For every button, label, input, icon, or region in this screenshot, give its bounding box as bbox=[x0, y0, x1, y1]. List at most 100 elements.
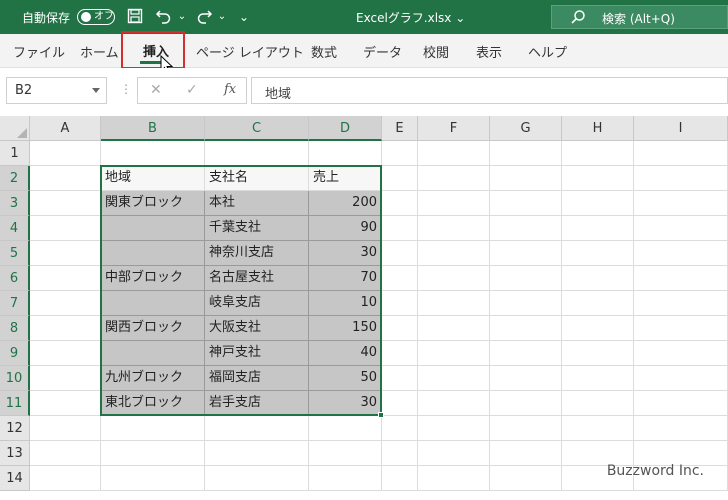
cell-h10[interactable] bbox=[562, 366, 634, 391]
cell-a6[interactable] bbox=[30, 266, 101, 291]
column-header-e[interactable]: E bbox=[382, 116, 418, 141]
cell-a8[interactable] bbox=[30, 316, 101, 341]
column-header-g[interactable]: G bbox=[490, 116, 562, 141]
autosave-toggle[interactable]: オフ bbox=[77, 9, 115, 25]
redo-dropdown-icon[interactable]: ⌄ bbox=[213, 8, 231, 26]
cell-g11[interactable] bbox=[490, 391, 562, 416]
cell-b14[interactable] bbox=[101, 466, 205, 491]
cell-g2[interactable] bbox=[490, 166, 562, 191]
cell-f4[interactable] bbox=[418, 216, 490, 241]
cell-g12[interactable] bbox=[490, 416, 562, 441]
cell-e13[interactable] bbox=[382, 441, 418, 466]
cell-i5[interactable] bbox=[634, 241, 728, 266]
cell-a4[interactable] bbox=[30, 216, 101, 241]
cell-a14[interactable] bbox=[30, 466, 101, 491]
row-header-4[interactable]: 4 bbox=[0, 216, 30, 241]
column-header-h[interactable]: H bbox=[562, 116, 634, 141]
cell-g7[interactable] bbox=[490, 291, 562, 316]
file-name[interactable]: Excelグラフ.xlsx ⌄ bbox=[356, 9, 465, 26]
cell-c6[interactable]: 名古屋支社 bbox=[205, 266, 309, 291]
cell-a7[interactable] bbox=[30, 291, 101, 316]
cell-g3[interactable] bbox=[490, 191, 562, 216]
cell-c9[interactable]: 神戸支社 bbox=[205, 341, 309, 366]
cell-i9[interactable] bbox=[634, 341, 728, 366]
cell-f9[interactable] bbox=[418, 341, 490, 366]
column-header-b[interactable]: B bbox=[101, 116, 205, 141]
cell-b6[interactable]: 中部ブロック bbox=[101, 266, 205, 291]
row-header-13[interactable]: 13 bbox=[0, 441, 30, 466]
cell-h6[interactable] bbox=[562, 266, 634, 291]
cell-d10[interactable]: 50 bbox=[309, 366, 382, 391]
cell-e10[interactable] bbox=[382, 366, 418, 391]
cell-c2[interactable]: 支社名 bbox=[205, 166, 309, 191]
cell-h9[interactable] bbox=[562, 341, 634, 366]
column-header-a[interactable]: A bbox=[30, 116, 101, 141]
more-options-icon[interactable]: ⋮ bbox=[120, 82, 132, 96]
cell-i7[interactable] bbox=[634, 291, 728, 316]
cell-g1[interactable] bbox=[490, 141, 562, 166]
cell-i10[interactable] bbox=[634, 366, 728, 391]
cell-a9[interactable] bbox=[30, 341, 101, 366]
row-header-7[interactable]: 7 bbox=[0, 291, 30, 316]
cell-c3[interactable]: 本社 bbox=[205, 191, 309, 216]
cell-a5[interactable] bbox=[30, 241, 101, 266]
cell-e8[interactable] bbox=[382, 316, 418, 341]
customize-toolbar-icon[interactable]: ⌄ bbox=[235, 8, 253, 26]
cell-h8[interactable] bbox=[562, 316, 634, 341]
cell-b2[interactable]: 地域 bbox=[101, 166, 205, 191]
cell-g14[interactable] bbox=[490, 466, 562, 491]
cell-d4[interactable]: 90 bbox=[309, 216, 382, 241]
cell-f7[interactable] bbox=[418, 291, 490, 316]
cell-a11[interactable] bbox=[30, 391, 101, 416]
cell-b4[interactable] bbox=[101, 216, 205, 241]
cell-i4[interactable] bbox=[634, 216, 728, 241]
row-header-5[interactable]: 5 bbox=[0, 241, 30, 266]
cell-b12[interactable] bbox=[101, 416, 205, 441]
cell-f10[interactable] bbox=[418, 366, 490, 391]
row-header-10[interactable]: 10 bbox=[0, 366, 30, 391]
cell-f8[interactable] bbox=[418, 316, 490, 341]
cell-i1[interactable] bbox=[634, 141, 728, 166]
tab-formulas[interactable]: 数式 bbox=[311, 42, 337, 61]
cell-a13[interactable] bbox=[30, 441, 101, 466]
tab-home[interactable]: ホーム bbox=[80, 42, 119, 61]
cell-d1[interactable] bbox=[309, 141, 382, 166]
insert-function-icon[interactable]: fx bbox=[224, 82, 236, 97]
row-header-9[interactable]: 9 bbox=[0, 341, 30, 366]
cell-b5[interactable] bbox=[101, 241, 205, 266]
cell-i8[interactable] bbox=[634, 316, 728, 341]
cell-b3[interactable]: 関東ブロック bbox=[101, 191, 205, 216]
cell-f5[interactable] bbox=[418, 241, 490, 266]
cell-a2[interactable] bbox=[30, 166, 101, 191]
cell-i12[interactable] bbox=[634, 416, 728, 441]
cell-h3[interactable] bbox=[562, 191, 634, 216]
cell-e14[interactable] bbox=[382, 466, 418, 491]
cell-d7[interactable]: 10 bbox=[309, 291, 382, 316]
cell-a1[interactable] bbox=[30, 141, 101, 166]
cell-a10[interactable] bbox=[30, 366, 101, 391]
cell-d8[interactable]: 150 bbox=[309, 316, 382, 341]
row-header-1[interactable]: 1 bbox=[0, 141, 30, 166]
cell-i2[interactable] bbox=[634, 166, 728, 191]
cell-b1[interactable] bbox=[101, 141, 205, 166]
enter-icon[interactable]: ✓ bbox=[186, 82, 198, 98]
row-header-3[interactable]: 3 bbox=[0, 191, 30, 216]
cell-e3[interactable] bbox=[382, 191, 418, 216]
cell-c1[interactable] bbox=[205, 141, 309, 166]
save-icon[interactable] bbox=[126, 8, 144, 26]
cell-h7[interactable] bbox=[562, 291, 634, 316]
search-box[interactable]: 検索 (Alt+Q) bbox=[551, 5, 728, 29]
row-header-8[interactable]: 8 bbox=[0, 316, 30, 341]
cell-d3[interactable]: 200 bbox=[309, 191, 382, 216]
cell-h11[interactable] bbox=[562, 391, 634, 416]
cell-a12[interactable] bbox=[30, 416, 101, 441]
cell-e12[interactable] bbox=[382, 416, 418, 441]
undo-icon[interactable] bbox=[155, 8, 173, 26]
cell-c5[interactable]: 神奈川支店 bbox=[205, 241, 309, 266]
cell-f1[interactable] bbox=[418, 141, 490, 166]
row-header-6[interactable]: 6 bbox=[0, 266, 30, 291]
row-header-2[interactable]: 2 bbox=[0, 166, 30, 191]
select-all-button[interactable] bbox=[0, 116, 30, 141]
cell-c8[interactable]: 大阪支社 bbox=[205, 316, 309, 341]
cell-c12[interactable] bbox=[205, 416, 309, 441]
